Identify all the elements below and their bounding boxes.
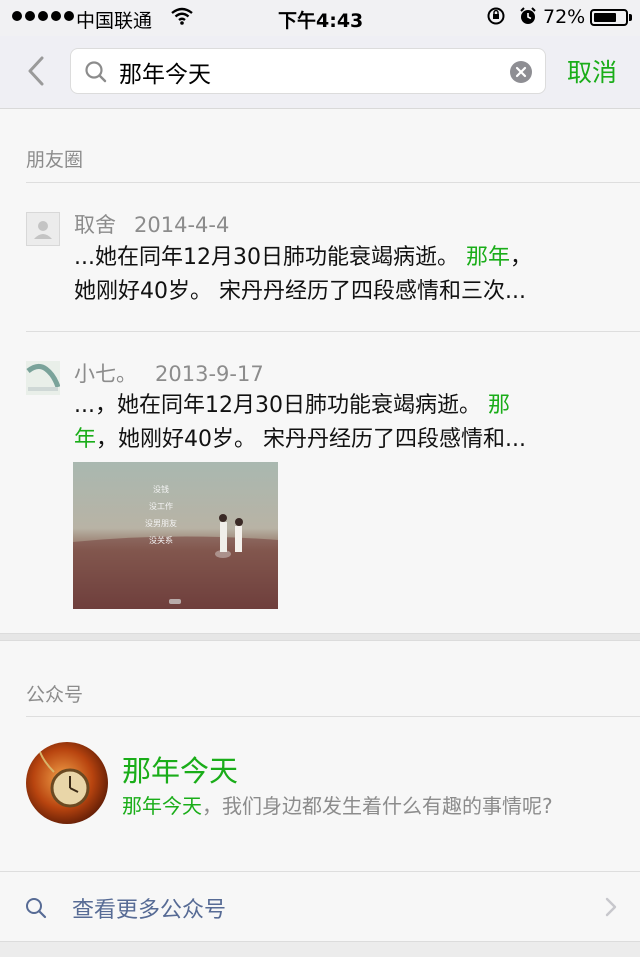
back-chevron-icon (28, 56, 44, 86)
search-icon (85, 61, 107, 83)
post-text: ...她在同年12月30日肺功能衰竭病逝。 那年， 她刚好40岁。 宋丹丹经历了… (74, 245, 533, 304)
bottom-separator (0, 941, 640, 957)
photo-caption: 没男朋友 (145, 518, 177, 528)
status-bar: 中国联通 下午4:43 72% (0, 0, 640, 36)
more-official-accounts-label: 查看更多公众号 (72, 898, 227, 923)
battery-icon (590, 9, 632, 26)
default-avatar-icon (34, 221, 52, 239)
avatar (26, 212, 60, 246)
carrier-label: 中国联通 (76, 10, 153, 32)
photo-caption: 没关系 (149, 535, 173, 545)
avatar (26, 361, 60, 395)
back-button[interactable] (20, 54, 54, 88)
rotation-lock-icon (487, 7, 505, 25)
wifi-icon (170, 6, 194, 31)
official-account-desc: 那年今天，我们身边都发生着什么有趣的事情呢? (122, 794, 553, 818)
signal-dots-icon (12, 11, 74, 21)
chevron-right-icon (605, 897, 617, 917)
post-author: 取舍 (74, 213, 116, 237)
section-title-moments: 朋友圈 (26, 149, 84, 171)
photo-caption: 没工作 (149, 501, 173, 511)
official-account-avatar (26, 742, 108, 824)
clock-time: 下午4:43 (278, 10, 364, 32)
official-account-name: 那年今天 (122, 754, 239, 788)
search-box[interactable] (70, 48, 546, 94)
search-header: 取消 (0, 36, 640, 109)
search-icon (26, 898, 47, 919)
battery-percent: 72% (543, 6, 586, 28)
more-official-accounts-button[interactable]: 查看更多公众号 (0, 871, 640, 942)
moment-post[interactable]: 取舍 2014-4-4 ...她在同年12月30日肺功能衰竭病逝。 那年， 她刚好… (0, 183, 640, 331)
alarm-icon (520, 7, 536, 24)
photo-caption: 没钱 (153, 484, 169, 494)
highlight-keyword: 那 (487, 393, 510, 418)
post-date: 2014-4-4 (134, 213, 230, 237)
highlight-keyword: 那年今天 (122, 794, 202, 818)
clear-icon[interactable] (509, 60, 533, 84)
post-photo[interactable]: 没钱 没工作 没男朋友 没关系 (73, 462, 278, 609)
post-date: 2013-9-17 (155, 362, 264, 386)
cancel-button[interactable]: 取消 (567, 53, 617, 89)
post-author: 小七。 (74, 362, 137, 386)
highlight-keyword: 那年 (465, 245, 510, 270)
search-input[interactable] (117, 55, 501, 89)
official-account-item[interactable]: 那年今天 那年今天，我们身边都发生着什么有趣的事情呢? (0, 728, 640, 870)
section-separator (0, 633, 640, 641)
post-text: ...，她在同年12月30日肺功能衰竭病逝。 那 年，她刚好40岁。 宋丹丹经历… (74, 393, 526, 452)
divider (26, 716, 640, 717)
highlight-keyword: 年 (74, 427, 97, 452)
section-title-official-accounts: 公众号 (26, 684, 84, 706)
